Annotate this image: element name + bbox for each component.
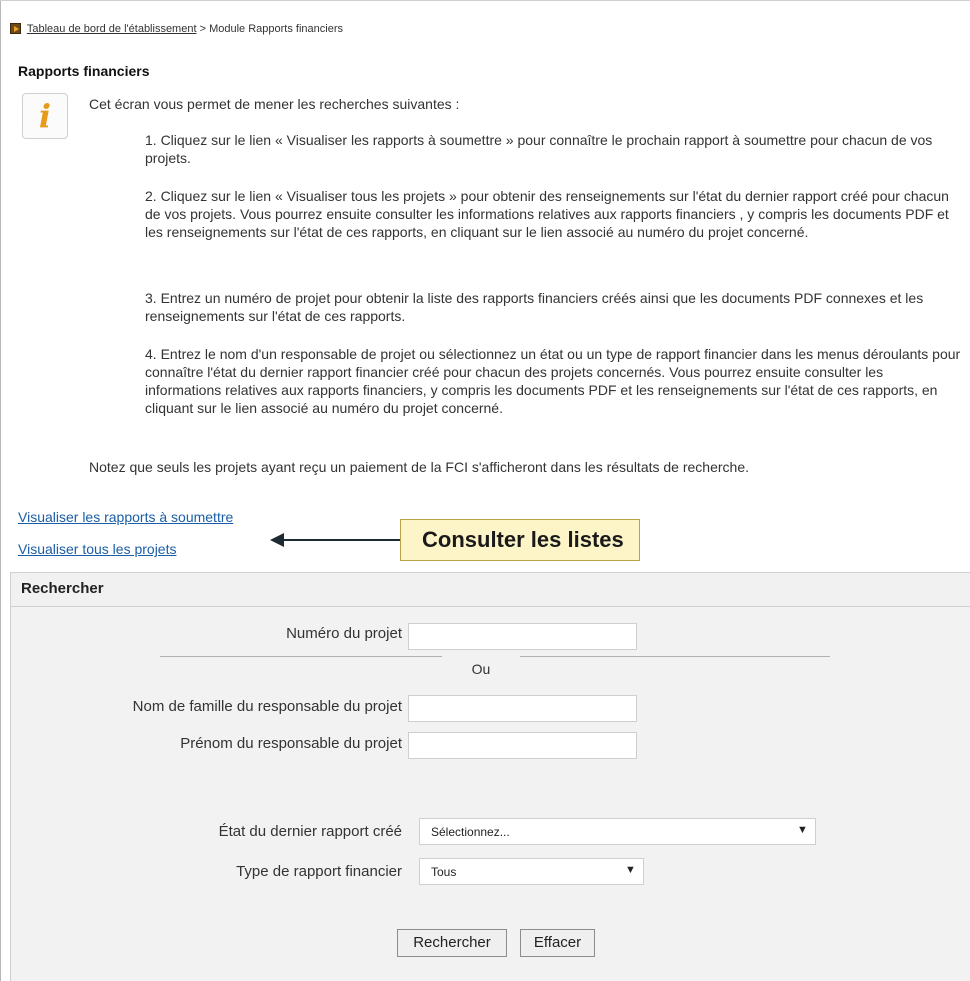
breadcrumb-separator: > [199,23,207,35]
callout-consulter-les-listes: Consulter les listes [400,519,640,561]
chevron-down-icon: ▼ [625,864,636,876]
info-step-2: 2. Cliquez sur le lien « Visualiser tous… [145,188,949,240]
link-rapports-a-soumettre[interactable]: Visualiser les rapports à soumettre [18,509,233,525]
type-label: Type de rapport financier [236,863,402,880]
arrow-left-icon [270,533,284,547]
type-select-value: Tous [431,865,457,879]
chevron-down-icon: ▼ [797,824,808,836]
arrow-right-square-icon [10,23,21,34]
page-title: Rapports financiers [18,63,150,79]
divider-right [520,656,830,657]
type-select[interactable]: Tous ▼ [419,858,644,885]
breadcrumb-current: Module Rapports financiers [209,23,343,35]
search-panel-title: Rechercher [21,580,104,597]
numero-projet-label: Numéro du projet [286,625,402,642]
prenom-input[interactable] [408,732,637,759]
window-top-border [0,0,970,1]
search-panel-header: Rechercher [11,573,970,607]
prenom-label: Prénom du responsable du projet [180,735,402,752]
search-button[interactable]: Rechercher [397,929,507,957]
etat-select-value: Sélectionnez... [431,825,510,839]
callout-connector [283,539,401,541]
info-intro: Cet écran vous permet de mener les reche… [89,96,460,112]
clear-button[interactable]: Effacer [520,929,595,957]
info-note: Notez que seuls les projets ayant reçu u… [89,459,749,475]
link-tous-les-projets[interactable]: Visualiser tous les projets [18,541,176,557]
window-left-border [0,0,1,981]
nom-famille-input[interactable] [408,695,637,722]
etat-label: État du dernier rapport créé [218,823,402,840]
ou-separator: Ou [471,661,491,677]
etat-select[interactable]: Sélectionnez... ▼ [419,818,816,845]
numero-projet-input[interactable] [408,623,637,650]
info-glyph: i [38,97,52,135]
nom-famille-label: Nom de famille du responsable du projet [132,698,402,715]
breadcrumb-link-dashboard[interactable]: Tableau de bord de l'établissement [27,23,197,35]
info-step-3: 3. Entrez un numéro de projet pour obten… [145,290,924,324]
info-step-1: 1. Cliquez sur le lien « Visualiser les … [145,132,933,166]
divider-left [160,656,442,657]
breadcrumb: Tableau de bord de l'établissement > Mod… [10,23,343,35]
info-icon: i [22,93,68,139]
info-step-4: 4. Entrez le nom d'un responsable de pro… [145,346,961,416]
